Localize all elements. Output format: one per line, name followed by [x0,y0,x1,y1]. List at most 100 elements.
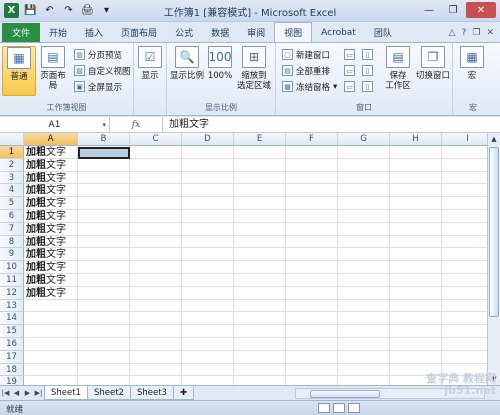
tab-formulas[interactable]: 公式 [166,23,202,42]
row-header-8[interactable]: 8 [0,235,24,249]
tab-review[interactable]: 审阅 [238,23,274,42]
prev-sheet-icon[interactable]: ◀ [11,389,22,397]
row-header-9[interactable]: 9 [0,248,24,262]
zoom-100-button[interactable]: 100 100% [207,46,233,96]
switch-windows-button[interactable]: ❐ 切换窗口 [414,46,452,96]
zoom-to-selection-button[interactable]: ⊞ 缩放到 选定区域 [235,46,273,96]
tab-team[interactable]: 团队 [365,23,401,42]
row-header-1[interactable]: 1 [0,146,24,159]
sync-scroll-button[interactable]: ▯ [362,63,373,78]
row-header-18[interactable]: 18 [0,363,24,377]
page-break-preview-button[interactable]: ▥ 分页预览 [74,47,122,62]
cell-a3[interactable]: 加粗文字 [26,172,66,185]
row-header-12[interactable]: 12 [0,286,24,300]
view-side-by-side-button[interactable]: ▯ [362,47,373,62]
custom-views-button[interactable]: ▧ 自定义视图 [74,63,131,78]
row-header-14[interactable]: 14 [0,312,24,326]
split-button[interactable]: ▭ [344,47,355,62]
formula-input[interactable]: 加粗文字 [162,116,500,133]
macros-button[interactable]: ▦ 宏 [457,46,487,96]
tab-page-layout[interactable]: 页面布局 [112,23,166,42]
column-header-b[interactable]: B [78,133,130,146]
name-box-dropdown-icon[interactable]: ▾ [102,121,106,129]
column-header-i[interactable]: I [442,133,487,146]
row-header-13[interactable]: 13 [0,299,24,313]
select-all-corner[interactable] [0,133,24,146]
vertical-scrollbar[interactable]: ▲ ▼ [487,133,500,385]
page-break-shortcut-icon[interactable] [348,403,360,413]
arrange-all-button[interactable]: ▤ 全部重排 [282,63,330,78]
row-header-5[interactable]: 5 [0,197,24,210]
selected-cell-b1[interactable] [78,147,130,159]
row-header-11[interactable]: 11 [0,274,24,287]
restore-icon[interactable]: ❐ [472,28,480,38]
sheet-tab-sheet1[interactable]: Sheet1 [44,386,88,400]
tab-data[interactable]: 数据 [202,23,238,42]
tab-file[interactable]: 文件 [2,23,41,42]
cell-a12[interactable]: 加粗文字 [26,287,66,300]
cell-a4[interactable]: 加粗文字 [26,184,66,197]
next-sheet-icon[interactable]: ▶ [22,389,33,397]
cell-a9[interactable]: 加粗文字 [26,248,66,261]
tab-view[interactable]: 视图 [274,22,313,42]
vertical-scroll-thumb[interactable] [489,147,499,317]
column-header-h[interactable]: H [390,133,442,146]
tab-home[interactable]: 开始 [40,23,76,42]
hide-button[interactable]: ▭ [344,63,355,78]
column-header-e[interactable]: E [234,133,286,146]
row-header-16[interactable]: 16 [0,338,24,351]
cell-a5[interactable]: 加粗文字 [26,197,66,210]
cell-a11[interactable]: 加粗文字 [26,274,66,287]
new-window-button[interactable]: ▢ 新建窗口 [282,47,330,62]
last-sheet-icon[interactable]: ▶| [33,389,44,397]
horizontal-scroll-thumb[interactable] [310,390,380,398]
row-header-19[interactable]: 19 [0,376,24,385]
maximize-icon[interactable]: ❐ [442,2,464,18]
sheet-tab-sheet3[interactable]: Sheet3 [129,386,174,400]
zoom-button[interactable]: 🔍 显示比例 [169,46,205,96]
row-header-6[interactable]: 6 [0,210,24,223]
cell-a6[interactable]: 加粗文字 [26,210,66,223]
sheet-tab-sheet2[interactable]: Sheet2 [86,386,131,400]
row-header-4[interactable]: 4 [0,184,24,198]
page-layout-view-button[interactable]: ▤ 页面布局 [38,46,68,96]
insert-function-icon[interactable]: fx [110,120,162,130]
column-header-f[interactable]: F [286,133,338,146]
help-icon[interactable]: ? [462,28,467,38]
scroll-up-icon[interactable]: ▲ [488,133,500,145]
column-header-a[interactable]: A [24,133,78,146]
show-button[interactable]: ☑ 显示 [135,46,165,96]
freeze-panes-button[interactable]: ▦ 冻结窗格 ▾ [282,79,337,94]
column-header-c[interactable]: C [130,133,182,146]
row-header-2[interactable]: 2 [0,158,24,172]
row-header-7[interactable]: 7 [0,222,24,236]
minimize-ribbon-icon[interactable]: △ [449,28,456,38]
unhide-button[interactable]: ▭ [344,79,355,94]
column-header-d[interactable]: D [182,133,234,146]
first-sheet-icon[interactable]: |◀ [0,389,11,397]
reset-window-button[interactable]: ▯ [362,79,373,94]
tab-insert[interactable]: 插入 [76,23,112,42]
insert-sheet-icon[interactable]: ✚ [172,386,195,400]
cell-a1[interactable]: 加粗文字 [26,146,66,159]
full-screen-button[interactable]: ▣ 全屏显示 [74,79,122,94]
cell-a7[interactable]: 加粗文字 [26,223,66,236]
close-workbook-icon[interactable]: ✕ [486,28,494,38]
cell-a2[interactable]: 加粗文字 [26,159,66,172]
normal-view-shortcut-icon[interactable] [318,403,330,413]
page-layout-shortcut-icon[interactable] [333,403,345,413]
column-header-g[interactable]: G [338,133,390,146]
row-header-15[interactable]: 15 [0,325,24,338]
row-header-17[interactable]: 17 [0,350,24,364]
normal-view-button[interactable]: ▦ 普通 [2,46,36,96]
name-box[interactable]: A1 ▾ [0,116,110,133]
cell-a10[interactable]: 加粗文字 [26,261,66,274]
tab-acrobat[interactable]: Acrobat [312,23,365,42]
row-header-3[interactable]: 3 [0,171,24,185]
minimize-icon[interactable]: — [418,2,440,18]
save-workspace-button[interactable]: ▤ 保存 工作区 [382,46,414,96]
cell-a8[interactable]: 加粗文字 [26,236,66,249]
row-header-10[interactable]: 10 [0,261,24,274]
close-icon[interactable]: ✕ [466,2,496,18]
worksheet-grid[interactable]: A B C D E F G H I 1 2 3 4 5 6 7 8 9 10 11 12 13 14 15 16 17 18 19 加粗… [0,133,487,385]
